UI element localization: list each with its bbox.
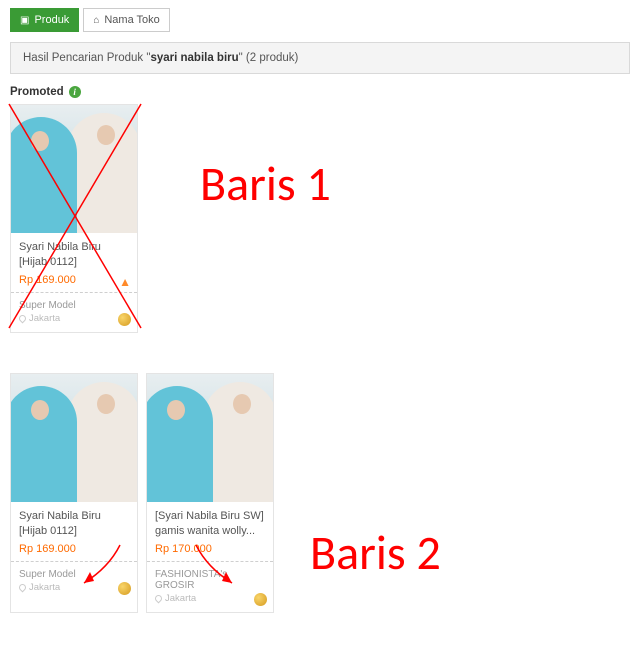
- seller-name: Super Model: [19, 300, 129, 311]
- info-icon[interactable]: i: [69, 86, 81, 98]
- tab-produk[interactable]: ▣ Produk: [10, 8, 79, 32]
- product-title: Syari Nabila Biru [Hijab 0112]: [19, 509, 129, 539]
- product-price: Rp 169.000: [19, 543, 129, 555]
- seller-name: Super Model: [19, 569, 129, 580]
- product-thumbnail: [11, 105, 137, 233]
- gold-merchant-badge-icon: [254, 593, 267, 606]
- pin-icon: [18, 314, 28, 324]
- search-query: syari nabila biru: [150, 52, 238, 64]
- location-text: Jakarta: [165, 593, 196, 604]
- product-thumbnail: [147, 374, 273, 502]
- pin-icon: [154, 594, 164, 604]
- box-icon: ▣: [20, 15, 29, 26]
- seller-name: FASHIONISTA's GROSIR: [155, 569, 265, 591]
- tab-nama-toko[interactable]: ⌂ Nama Toko: [83, 8, 169, 32]
- tab-store-label: Nama Toko: [104, 14, 159, 26]
- search-result-summary: Hasil Pencarian Produk "syari nabila bir…: [10, 42, 630, 74]
- product-title: Syari Nabila Biru [Hijab 0112]: [19, 240, 129, 270]
- product-card[interactable]: Syari Nabila Biru [Hijab 0112] Rp 169.00…: [10, 104, 138, 333]
- seller-location: Jakarta: [19, 582, 129, 593]
- product-row-2: Syari Nabila Biru [Hijab 0112] Rp 169.00…: [10, 373, 630, 613]
- tab-produk-label: Produk: [34, 14, 69, 26]
- pin-icon: [18, 583, 28, 593]
- product-price: Rp 169.000: [19, 274, 129, 286]
- promoted-heading: Promoted i: [10, 86, 630, 98]
- gold-merchant-badge-icon: [118, 582, 131, 595]
- promoted-label: Promoted: [10, 86, 64, 98]
- annotation-label-row2: Baris 2: [310, 523, 441, 582]
- search-prefix: Hasil Pencarian Produk ": [23, 52, 150, 64]
- location-text: Jakarta: [29, 582, 60, 593]
- search-suffix: " (2 produk): [239, 52, 299, 64]
- location-text: Jakarta: [29, 313, 60, 324]
- seller-location: Jakarta: [19, 313, 129, 324]
- product-card[interactable]: [Syari Nabila Biru SW] gamis wanita woll…: [146, 373, 274, 613]
- product-price: Rp 170.000: [155, 543, 265, 555]
- store-icon: ⌂: [93, 15, 99, 26]
- gold-merchant-badge-icon: [118, 313, 131, 326]
- flame-icon: ▲: [119, 275, 131, 289]
- product-row-1: Syari Nabila Biru [Hijab 0112] Rp 169.00…: [10, 104, 630, 333]
- result-tabs: ▣ Produk ⌂ Nama Toko: [10, 8, 630, 32]
- product-thumbnail: [11, 374, 137, 502]
- product-card[interactable]: Syari Nabila Biru [Hijab 0112] Rp 169.00…: [10, 373, 138, 613]
- product-title: [Syari Nabila Biru SW] gamis wanita woll…: [155, 509, 265, 539]
- seller-location: Jakarta: [155, 593, 265, 604]
- annotation-label-row1: Baris 1: [200, 154, 331, 213]
